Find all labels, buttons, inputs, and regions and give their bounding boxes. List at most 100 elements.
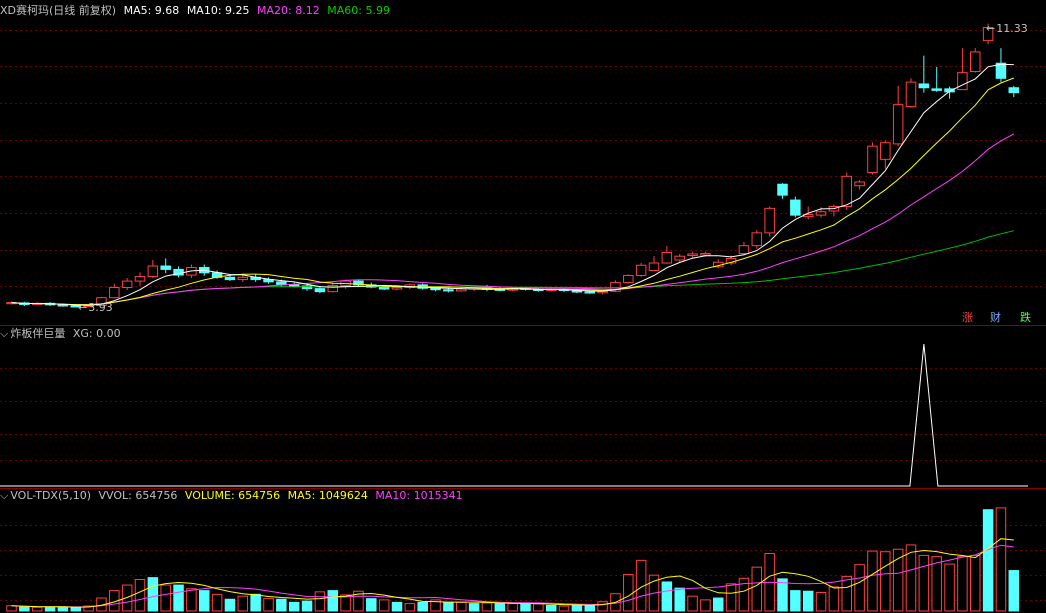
volume-bar — [558, 605, 570, 612]
candle — [777, 183, 788, 199]
volume-bar — [982, 509, 994, 612]
volume-bar — [880, 551, 891, 612]
low-price-label: 3.93 — [88, 301, 113, 314]
volume-bar — [186, 588, 197, 612]
candle-body — [288, 284, 300, 287]
stock-title[interactable]: XD赛柯玛(日线 前复权) — [0, 4, 116, 17]
candle-body — [147, 265, 159, 278]
volume-bar — [44, 606, 56, 612]
volume-bar — [263, 598, 274, 612]
high-price-label: 11.33 — [996, 22, 1028, 35]
candle-body — [777, 183, 788, 196]
volume-bar — [713, 597, 724, 612]
vvol-readout: VVOL: 654756 — [98, 489, 178, 502]
candle-body — [970, 51, 981, 73]
candle-body — [751, 232, 763, 247]
volume-bar — [995, 507, 1007, 612]
volume-bar — [481, 602, 493, 612]
candle — [147, 259, 159, 279]
tab-rise[interactable]: 涨 — [962, 311, 973, 324]
volume-bar — [751, 566, 763, 612]
ma20-line — [11, 133, 1015, 306]
volume-bar — [366, 598, 377, 612]
volume-bar — [301, 600, 313, 612]
candle-body — [623, 274, 634, 284]
volume-bar — [944, 563, 955, 612]
volume-bar — [70, 607, 81, 612]
tab-fall[interactable]: 跌 — [1020, 311, 1031, 324]
candle-body — [854, 181, 865, 187]
volume-bar — [815, 591, 827, 612]
volume-bar — [173, 584, 184, 612]
volume-title[interactable]: VOL-TDX(5,10) — [10, 489, 91, 502]
candle-body — [160, 265, 171, 270]
candle — [854, 180, 865, 190]
candle-body — [918, 83, 930, 89]
vol-ma5-readout: MA5: 1049624 — [287, 489, 368, 502]
ma10-readout: MA10: 9.25 — [186, 4, 250, 17]
volume-readout: VOLUME: 654756 — [184, 489, 281, 502]
volume-bar — [237, 595, 249, 612]
volume-bar — [597, 601, 608, 612]
volume-bar — [725, 583, 737, 612]
volume-bar — [468, 603, 480, 612]
candle-body — [443, 289, 454, 292]
candle-body — [880, 142, 891, 160]
volume-bar — [327, 590, 338, 612]
volume-bar — [623, 574, 634, 612]
ma60-readout: MA60: 5.99 — [327, 4, 390, 17]
candle — [1008, 85, 1020, 98]
volume-bar — [687, 595, 698, 612]
candle-body — [109, 287, 120, 299]
high-price-marker: ←11.33 — [986, 21, 1032, 37]
candle-body — [314, 288, 326, 293]
candle — [970, 48, 981, 73]
vol-ma10-readout: MA10: 1015341 — [375, 489, 463, 502]
candle — [764, 206, 775, 237]
candle — [828, 204, 840, 217]
panel-collapse-icon[interactable]: ⌵ — [0, 489, 8, 502]
candle — [109, 283, 120, 299]
candle-body — [738, 245, 750, 255]
volume-bar — [160, 584, 171, 612]
candle-body — [931, 88, 942, 91]
candle — [648, 256, 660, 272]
volume-bar — [661, 581, 673, 612]
indicator-title[interactable]: 炸板伴巨量 — [10, 327, 65, 340]
candle — [237, 275, 249, 282]
volume-bar — [276, 598, 287, 612]
volume-bar — [828, 586, 840, 612]
volume-bar — [417, 601, 428, 612]
candle-body — [687, 253, 698, 256]
candle-body — [237, 276, 249, 281]
arrow-left-icon: ← — [986, 22, 996, 35]
volume-bar — [777, 578, 788, 612]
volume-bar — [867, 550, 878, 612]
panel-collapse-icon[interactable]: ⌵ — [0, 327, 8, 340]
volume-bar — [533, 603, 544, 612]
candle-body — [121, 280, 133, 289]
candle-body — [584, 291, 595, 294]
volume-bar — [404, 603, 416, 612]
low-price-marker: ←3.93 — [78, 300, 117, 316]
ma5-readout: MA5: 9.68 — [123, 4, 180, 17]
candle — [134, 272, 146, 286]
candle-body — [1008, 87, 1020, 94]
candle-body — [700, 253, 711, 256]
volume-bar — [520, 603, 531, 612]
ma10-line — [11, 77, 1014, 306]
volume-bar — [1008, 570, 1020, 612]
tab-finance[interactable]: 财 — [990, 311, 1001, 324]
volume-bar — [790, 590, 801, 612]
candle — [623, 274, 634, 284]
candle-body — [867, 145, 878, 174]
volume-bar — [211, 593, 223, 612]
candle-body — [391, 287, 403, 290]
volume-bar — [314, 591, 326, 612]
candle — [905, 78, 917, 108]
arrow-left-icon: ← — [78, 301, 88, 314]
volume-bar — [391, 601, 403, 612]
volume-panel-header: ⌵ VOL-TDX(5,10) VVOL: 654756 VOLUME: 6547… — [0, 488, 467, 504]
stock-chart[interactable] — [0, 0, 1046, 613]
volume-bar — [121, 584, 133, 612]
